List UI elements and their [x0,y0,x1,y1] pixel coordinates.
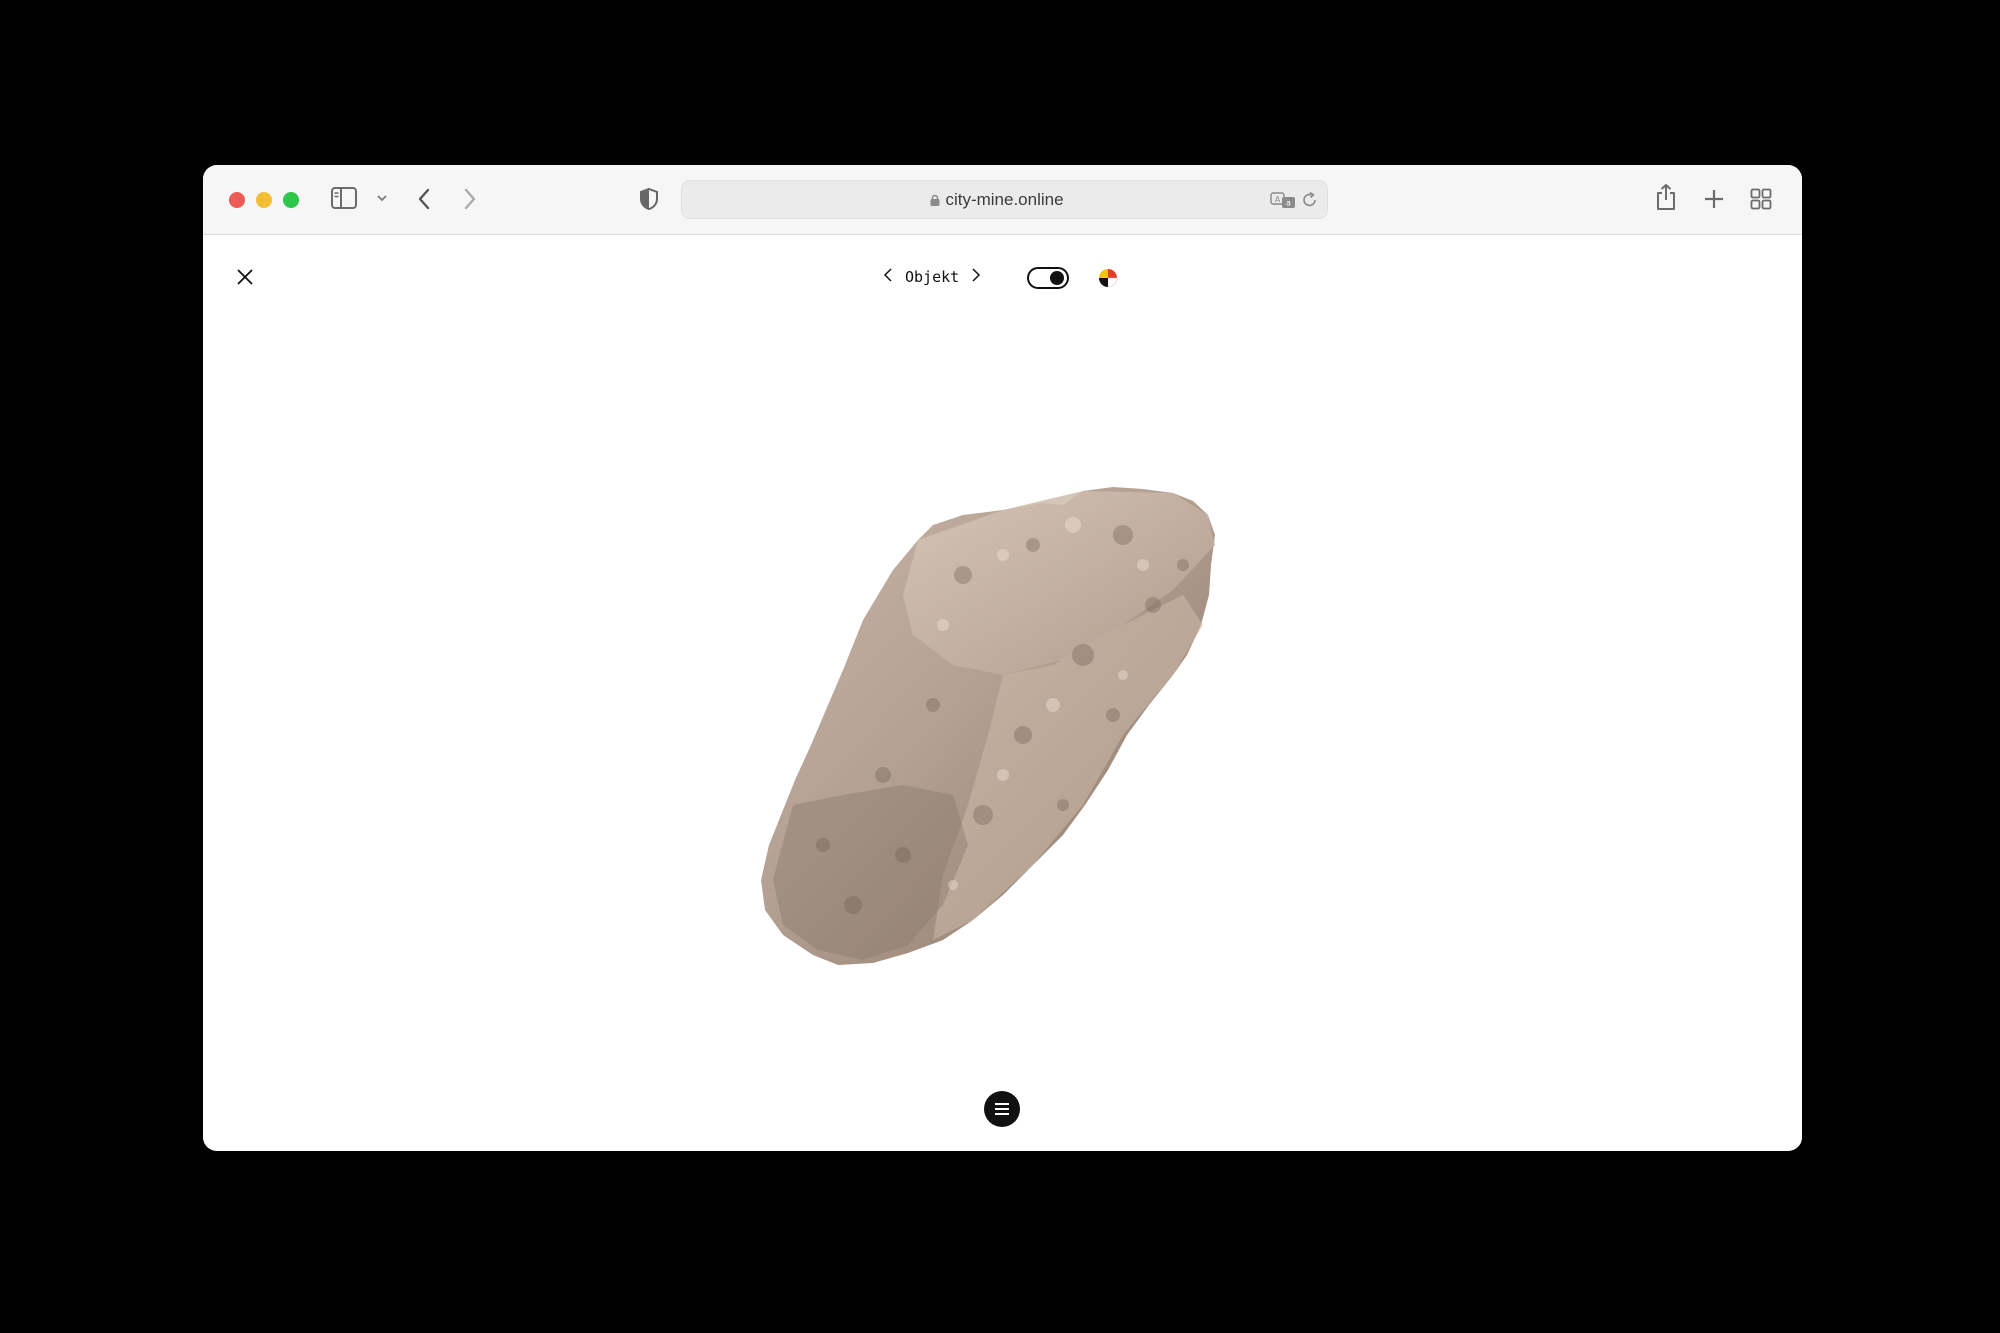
svg-text:A: A [1275,195,1281,204]
next-chevron-icon[interactable] [971,267,981,287]
back-arrow-icon[interactable] [417,187,431,211]
object-label: Objekt [905,268,960,286]
lock-icon [930,193,940,211]
close-window-button[interactable] [229,192,245,208]
toggle-knob [1050,271,1064,285]
svg-text:a: a [1286,199,1291,208]
reload-icon[interactable] [1302,191,1318,209]
theme-toggle[interactable] [1027,267,1069,289]
prev-chevron-icon[interactable] [883,267,893,287]
close-icon[interactable] [233,265,257,289]
translate-icon[interactable]: Aa [1270,191,1296,209]
share-icon[interactable] [1655,183,1677,211]
page-content: Objekt [203,235,1802,1151]
chevron-down-icon[interactable] [376,194,388,202]
sidebar-icon[interactable] [331,187,357,209]
rock-3d-model[interactable] [703,375,1343,1035]
address-bar[interactable]: city-mine.online Aa [681,180,1328,219]
color-palette-icon[interactable] [1098,268,1118,288]
minimize-window-button[interactable] [256,192,272,208]
zoom-window-button[interactable] [283,192,299,208]
url-text: city-mine.online [945,190,1064,209]
privacy-shield-icon[interactable] [639,187,659,211]
menu-icon[interactable] [984,1091,1020,1127]
new-tab-plus-icon[interactable] [1703,188,1725,210]
object-navigation: Objekt [883,263,981,291]
browser-toolbar: city-mine.online Aa [203,165,1802,235]
browser-window: city-mine.online Aa Objekt [203,165,1802,1151]
forward-arrow-icon[interactable] [463,187,477,211]
tab-overview-icon[interactable] [1750,188,1772,210]
